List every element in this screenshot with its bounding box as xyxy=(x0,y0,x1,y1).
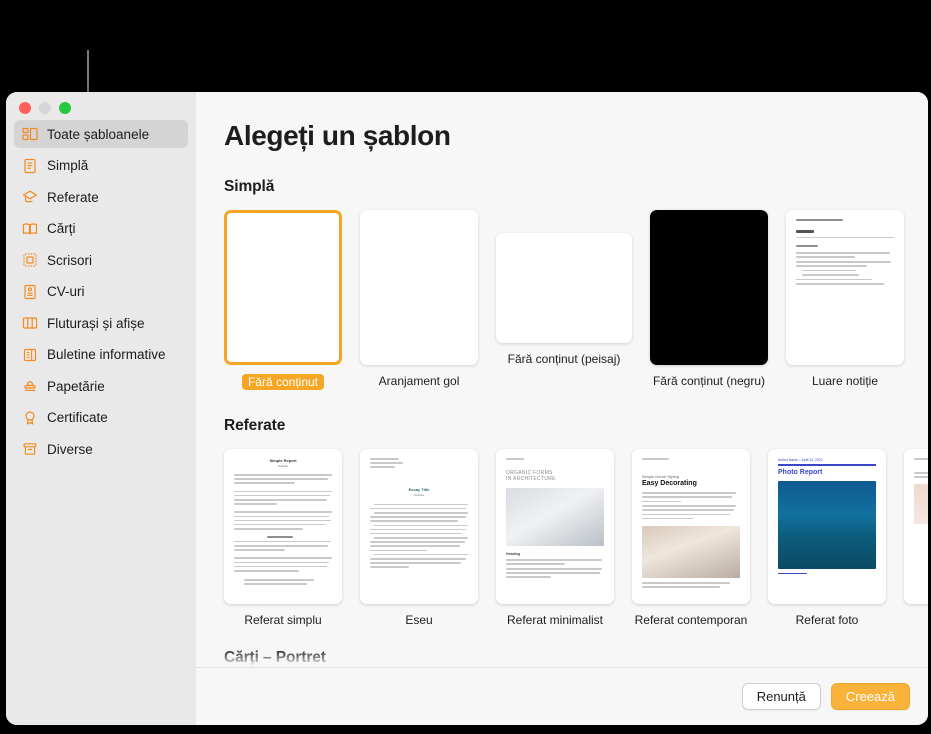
thumb-heading: Heading xyxy=(506,552,521,557)
stamp-icon xyxy=(24,381,36,391)
template-thumbnail[interactable]: ORGANIC FORMS IN ARCHITECTURE Heading xyxy=(496,449,614,604)
window-controls xyxy=(19,102,71,114)
certificate-icon xyxy=(25,410,35,425)
template-card-minimalist[interactable]: ORGANIC FORMS IN ARCHITECTURE Heading Re… xyxy=(496,449,614,627)
section-heading-text: Cărți – Portret xyxy=(224,649,326,666)
create-button[interactable]: Creează xyxy=(830,683,910,710)
template-card-blank-black[interactable]: Fără conținut (negru) xyxy=(650,210,768,391)
template-caption: Fără conținut (negru) xyxy=(652,374,766,388)
sidebar-item-label: Scrisori xyxy=(47,252,93,268)
thumb-title: Simple Report xyxy=(269,458,297,463)
sidebar-item-newsletters[interactable]: Buletine informative xyxy=(14,341,188,369)
sidebar-item-label: Toate șabloanele xyxy=(47,126,150,142)
template-card-contemporary[interactable]: Simple Home Styling Easy Decorating Refe… xyxy=(632,449,750,627)
template-caption: Referat simplu xyxy=(244,613,322,627)
sidebar-item-resumes[interactable]: CV-uri xyxy=(14,278,188,306)
thumb-title-line2: IN ARCHITECTURE xyxy=(506,476,556,483)
template-card-simple-report[interactable]: Simple Report Subtitle Referat simplu xyxy=(224,449,342,627)
template-thumbnail[interactable] xyxy=(360,210,478,365)
template-caption: Referat minimalist xyxy=(506,613,604,627)
template-thumbnail[interactable] xyxy=(904,449,928,604)
sidebar-item-reports[interactable]: Referate xyxy=(14,183,188,211)
book-icon xyxy=(22,222,38,234)
template-thumbnail[interactable]: Author Name – April 14, 2022 Photo Repor… xyxy=(768,449,886,604)
thumb-kicker: Simple Home Styling xyxy=(642,474,680,480)
template-card-partial[interactable] xyxy=(904,449,928,627)
sidebar-item-certificates[interactable]: Certificate xyxy=(14,404,188,432)
section-heading-books-portrait: Cărți – Portret xyxy=(196,627,928,667)
sidebar-item-label: Buletine informative xyxy=(47,347,166,362)
sidebar: Toate șabloanele Simplă Referate Cărți S… xyxy=(6,92,196,725)
template-scroll-area[interactable]: Alegeți un șablon Simplă Fără conținut A… xyxy=(196,92,928,667)
document-icon xyxy=(24,158,36,173)
template-card-essay[interactable]: Essay Title Subtitle Eseu xyxy=(360,449,478,627)
sidebar-item-label: Simplă xyxy=(47,158,89,173)
sidebar-item-letters[interactable]: Scrisori xyxy=(14,246,188,274)
graduation-cap-icon xyxy=(23,190,37,203)
sidebar-item-label: Certificate xyxy=(47,410,108,425)
all-templates-icon xyxy=(22,127,38,141)
content-area: Alegeți un șablon Simplă Fără conținut A… xyxy=(196,92,928,725)
sidebar-item-misc[interactable]: Diverse xyxy=(14,435,188,463)
template-thumbnail[interactable] xyxy=(224,210,342,365)
thumb-title: Easy Decorating xyxy=(642,480,697,488)
sidebar-item-label: CV-uri xyxy=(47,284,85,299)
sidebar-item-label: Papetărie xyxy=(47,378,105,394)
template-card-note-taking[interactable]: Luare notiție xyxy=(786,210,904,391)
minimize-button[interactable] xyxy=(39,102,51,114)
sidebar-item-simple[interactable]: Simplă xyxy=(14,152,188,180)
template-thumbnail[interactable] xyxy=(786,210,904,365)
template-thumbnail[interactable] xyxy=(496,233,632,343)
template-caption: Fără conținut xyxy=(241,374,325,390)
template-caption: Eseu xyxy=(405,613,433,627)
thumb-title: Essay Title xyxy=(408,486,430,492)
sidebar-item-all-templates[interactable]: Toate șabloanele xyxy=(14,120,188,148)
letter-icon xyxy=(23,253,37,267)
template-caption: Aranjament gol xyxy=(378,374,460,388)
template-card-photo-report[interactable]: Author Name – April 14, 2022 Photo Repor… xyxy=(768,449,886,627)
newsletter-icon xyxy=(23,348,37,361)
template-caption: Referat contemporan xyxy=(634,613,748,627)
archive-icon xyxy=(23,443,37,455)
sidebar-item-label: Cărți xyxy=(47,221,76,236)
template-thumbnail[interactable] xyxy=(650,210,768,365)
template-caption: Luare notiție xyxy=(811,374,879,388)
template-caption: Fără conținut (peisaj) xyxy=(507,352,621,366)
sidebar-item-label: Referate xyxy=(47,189,99,205)
section-heading-simple: Simplă xyxy=(224,178,275,195)
screenshot-root: Toate șabloanele Simplă Referate Cărți S… xyxy=(0,0,931,734)
flyer-icon xyxy=(22,317,38,329)
template-row-simple: Fără conținut Aranjament gol Fără conțin… xyxy=(196,196,928,391)
template-row-reports: Simple Report Subtitle Referat simplu Es… xyxy=(196,435,928,627)
template-thumbnail[interactable]: Simple Home Styling Easy Decorating xyxy=(632,449,750,604)
template-card-blank[interactable]: Fără conținut xyxy=(224,210,342,391)
template-card-blank-landscape[interactable]: Fără conținut (peisaj) xyxy=(496,210,632,391)
template-thumbnail[interactable]: Simple Report Subtitle xyxy=(224,449,342,604)
template-chooser-window: Toate șabloanele Simplă Referate Cărți S… xyxy=(6,92,928,725)
template-caption: Referat foto xyxy=(795,613,859,627)
resume-icon xyxy=(24,284,36,299)
close-button[interactable] xyxy=(19,102,31,114)
footer-toolbar: Renunță Creează xyxy=(196,667,928,725)
sidebar-item-stationery[interactable]: Papetărie xyxy=(14,372,188,400)
thumb-title: Photo Report xyxy=(778,468,823,476)
thumb-byline: Author Name – April 14, 2022 xyxy=(778,458,823,462)
sidebar-nav: Toate șabloanele Simplă Referate Cărți S… xyxy=(6,120,196,463)
sidebar-item-label: Diverse xyxy=(47,441,93,457)
zoom-button[interactable] xyxy=(59,102,71,114)
template-thumbnail[interactable]: Essay Title Subtitle xyxy=(360,449,478,604)
sidebar-item-flyers-posters[interactable]: Fluturași și afișe xyxy=(14,309,188,337)
page-title: Alegeți un șablon xyxy=(224,120,451,151)
sidebar-item-books[interactable]: Cărți xyxy=(14,215,188,243)
cancel-button[interactable]: Renunță xyxy=(741,683,821,710)
sidebar-item-label: Fluturași și afișe xyxy=(47,315,145,331)
section-heading-reports: Referate xyxy=(224,417,286,434)
template-card-blank-layout[interactable]: Aranjament gol xyxy=(360,210,478,391)
